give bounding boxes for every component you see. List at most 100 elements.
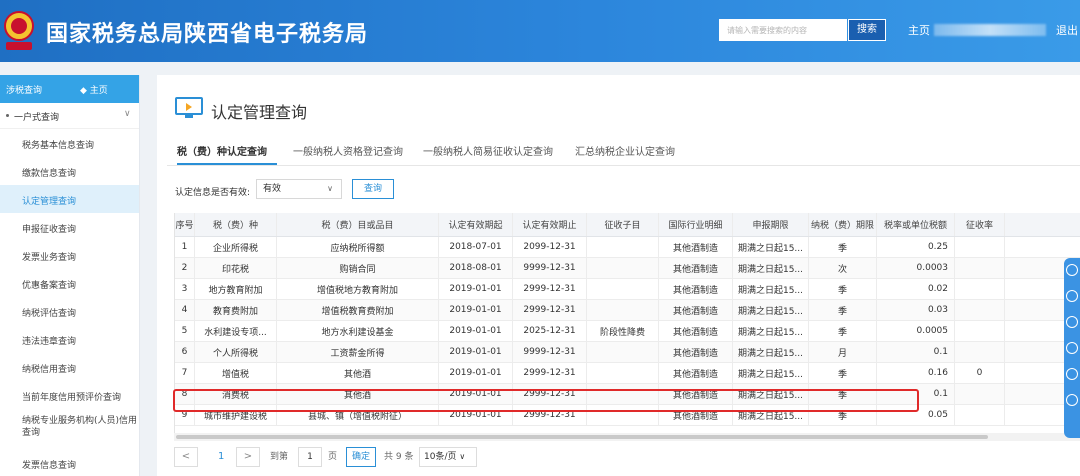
edit-icon[interactable] [1066,316,1078,328]
column-header-tax-type: 税（费）种 [195,213,277,236]
cell-levy-rate [955,405,1005,425]
tab-general-taxpayer[interactable]: 一般纳税人资格登记查询 [293,143,403,158]
cell-valid-to: 2999-12-31 [513,279,587,299]
cell-filing-period: 期满之日起15... [733,342,809,362]
current-page-number[interactable]: 1 [218,447,224,467]
sidebar-item-declaration[interactable]: 申报征收查询 [0,213,139,241]
cell-seq: 8 [175,384,195,404]
filter-label: 认定信息是否有效: [175,188,251,198]
cell-tax-period: 季 [809,405,877,425]
cell-filing-period: 期满之日起15... [733,405,809,425]
goto-page-input[interactable]: 1 [298,447,322,467]
cell-valid-from: 2019-01-01 [439,279,513,299]
logout-link[interactable]: 退出 [1056,22,1078,38]
cell-tax-rate: 0.0005 [877,321,955,341]
table-row: 9 城市维护建设税 县城、镇（增值税附征） 2019-01-01 2999-12-31 其… [175,405,1080,426]
cell-seq: 6 [175,342,195,362]
cell-tax-rate: 0.16 [877,363,955,383]
cell-sub-item [587,384,659,404]
tab-simple-levy[interactable]: 一般纳税人简易征收认定查询 [423,143,553,158]
cell-tax-type: 地方教育附加 [195,279,277,299]
cell-seq: 3 [175,279,195,299]
cell-sub-item [587,237,659,257]
query-button[interactable]: 查询 [352,179,394,199]
sidebar-item-payment-info[interactable]: 缴款信息查询 [0,157,139,185]
goto-label: 到第 [270,452,289,462]
cell-sub-item: 阶段性降费 [587,321,659,341]
cell-sub-item [587,279,659,299]
sidebar-item-assessment[interactable]: 纳税评估查询 [0,297,139,325]
document-icon[interactable] [1066,394,1078,406]
cell-tax-period: 季 [809,384,877,404]
page-size-select[interactable]: 10条/页 ∨ [419,447,477,467]
support-icon[interactable] [1066,368,1078,380]
cell-seq: 5 [175,321,195,341]
cell-tax-item: 应纳税所得额 [277,237,439,257]
home-link[interactable]: 主页 [908,22,930,38]
sidebar-item-invoice-business[interactable]: 发票业务查询 [0,241,139,269]
user-icon[interactable] [1066,264,1078,276]
sidebar-item-credit[interactable]: 纳税信用查询 [0,353,139,381]
search-input[interactable] [719,19,847,41]
column-header-valid-to: 认定有效期止 [513,213,587,236]
cell-valid-from: 2019-01-01 [439,363,513,383]
column-header-industry: 国际行业明细 [659,213,733,236]
sidebar-item-credit-preeval[interactable]: 当前年度信用预评价查询 [0,381,139,409]
cell-valid-from: 2019-01-01 [439,342,513,362]
cell-tax-type: 教育费附加 [195,300,277,320]
sidebar-home-link[interactable]: ◆ 主页 [80,83,108,96]
cell-tax-type: 企业所得税 [195,237,277,257]
cell-tax-item: 其他酒 [277,363,439,383]
sidebar-item-preferential[interactable]: 优惠备案查询 [0,269,139,297]
table-horizontal-scrollbar[interactable] [174,433,1080,441]
tab-tax-type-certification[interactable]: 税（费）种认定查询 [177,143,267,158]
cell-valid-to: 2099-12-31 [513,237,587,257]
cell-industry: 其他酒制造 [659,258,733,278]
cell-valid-to: 2999-12-31 [513,405,587,425]
column-header-tax-rate: 税率或单位税额 [877,213,955,236]
sidebar-item-invoice-info[interactable]: 发票信息查询 [0,449,139,476]
cell-tax-rate: 0.25 [877,237,955,257]
cell-tax-item: 工资薪金所得 [277,342,439,362]
sidebar-group-onestop[interactable]: 一户式查询 ∨ [0,103,139,129]
next-page-button[interactable]: > [236,447,260,467]
sidebar-item-agency-credit[interactable]: 纳税专业服务机构(人员)信用查询 [0,409,139,449]
cell-industry: 其他酒制造 [659,384,733,404]
table-row: 1 企业所得税 应纳税所得额 2018-07-01 2099-12-31 其他酒制造 期满之… [175,237,1080,258]
monitor-icon [175,97,203,118]
prev-page-button[interactable]: < [174,447,198,467]
chevron-down-icon: ∨ [459,452,466,461]
certification-table: 序号 税（费）种 税（费）目或品目 认定有效期起 认定有效期止 征收子目 国际行业明细 申报期… [174,213,1080,433]
cell-industry: 其他酒制造 [659,237,733,257]
cell-industry: 其他酒制造 [659,363,733,383]
cell-sub-item [587,300,659,320]
validity-select[interactable]: 有效 ∨ [256,179,342,199]
cell-sub-item [587,405,659,425]
sidebar-item-certification[interactable]: 认定管理查询 [0,185,139,213]
cell-tax-period: 季 [809,237,877,257]
sidebar-item-basic-info[interactable]: 税务基本信息查询 [0,129,139,157]
cell-filing-period: 期满之日起15... [733,321,809,341]
column-header-tax-item: 税（费）目或品目 [277,213,439,236]
cell-levy-rate [955,237,1005,257]
sidebar-item-violation[interactable]: 违法违章查询 [0,325,139,353]
cell-valid-from: 2019-01-01 [439,321,513,341]
eye-icon[interactable] [1066,342,1078,354]
sidebar-header: 涉税查询 ◆ 主页 [0,75,139,103]
goto-confirm-button[interactable]: 确定 [346,447,376,467]
cell-tax-item: 地方水利建设基金 [277,321,439,341]
cell-industry: 其他酒制造 [659,405,733,425]
search-button[interactable]: 搜索 [848,19,886,41]
top-header: 国家税务总局陕西省电子税务局 搜索 主页 退出 [0,0,1080,62]
star-icon[interactable] [1066,290,1078,302]
cell-sub-item [587,363,659,383]
scrollbar-thumb[interactable] [176,435,988,439]
cell-valid-from: 2019-01-01 [439,384,513,404]
cell-tax-type: 印花税 [195,258,277,278]
cell-tax-rate: 0.02 [877,279,955,299]
cell-seq: 2 [175,258,195,278]
cell-industry: 其他酒制造 [659,321,733,341]
cell-industry: 其他酒制造 [659,342,733,362]
tab-consolidated[interactable]: 汇总纳税企业认定查询 [575,143,675,158]
sidebar-title: 涉税查询 [6,86,43,96]
